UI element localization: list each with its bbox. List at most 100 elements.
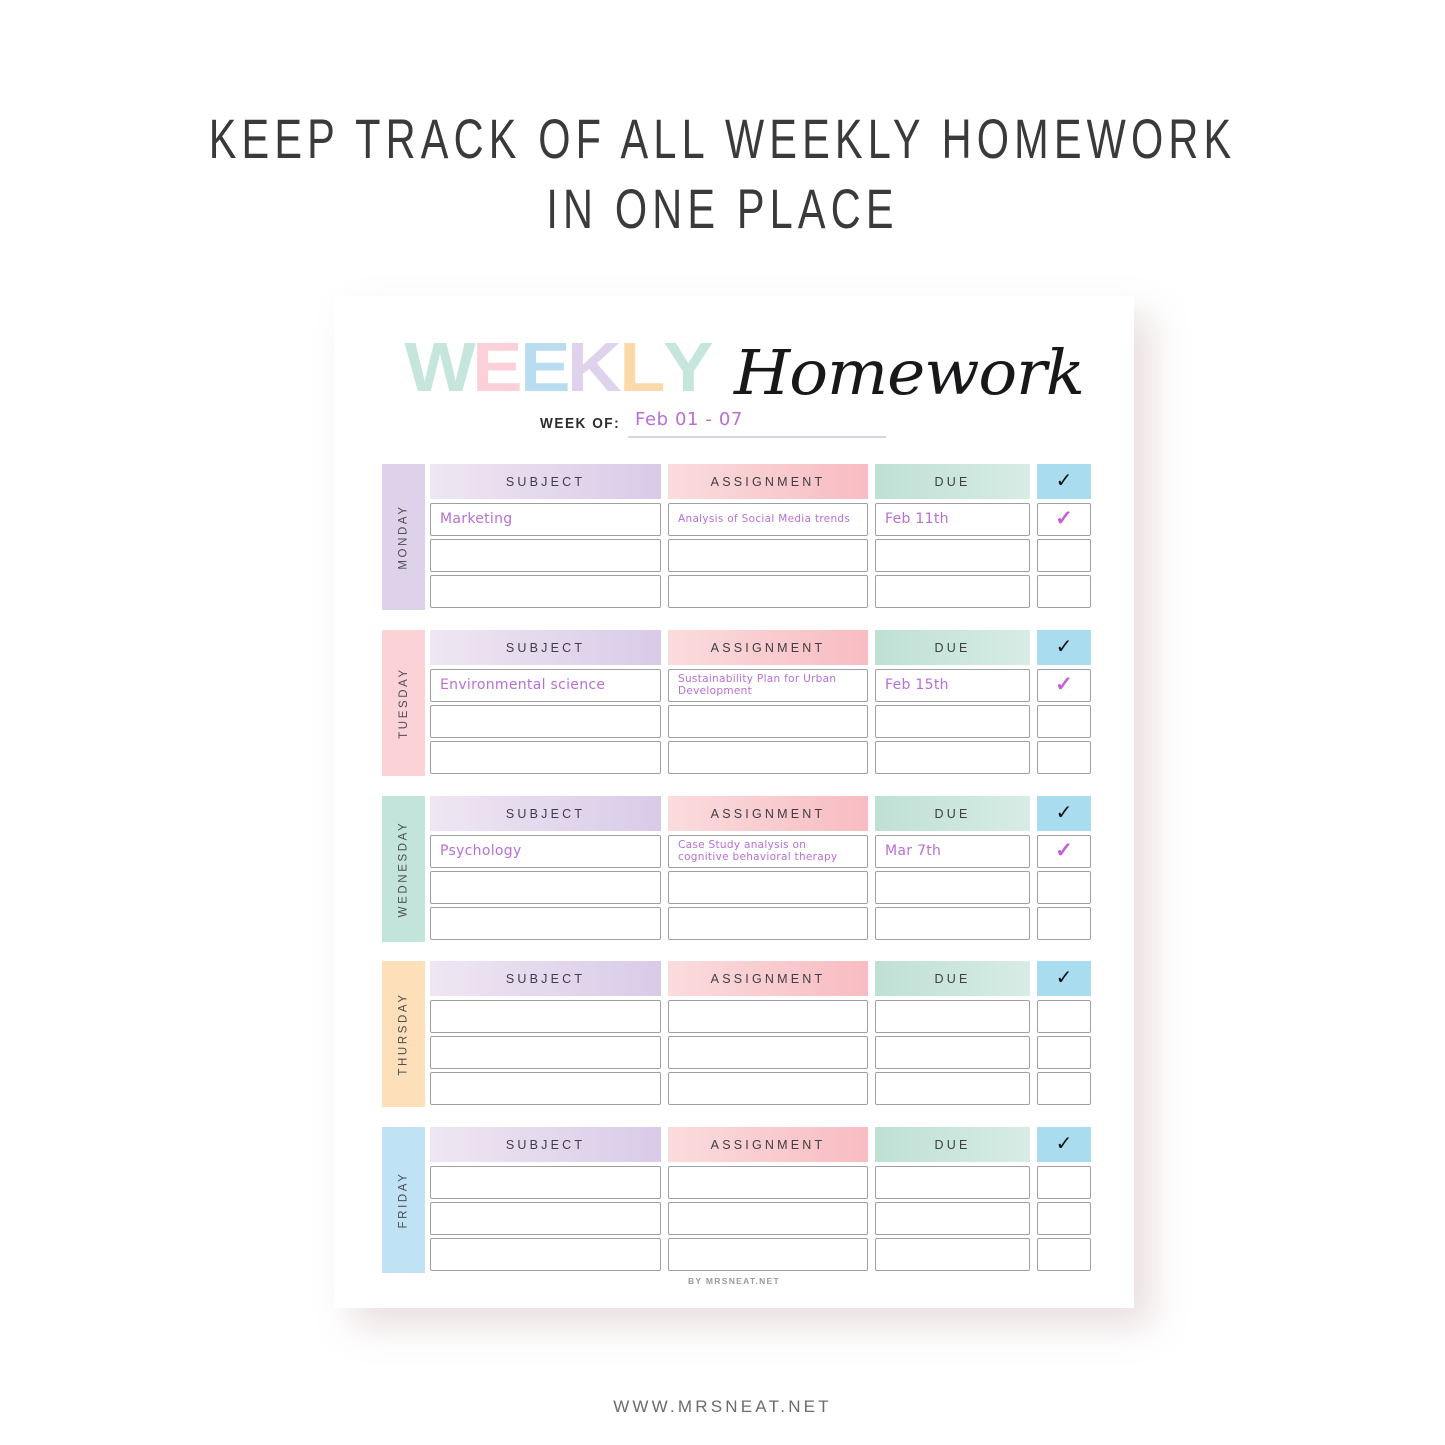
- subject-input[interactable]: [430, 1166, 661, 1199]
- due-input[interactable]: [875, 1202, 1030, 1235]
- table-row: [430, 907, 1092, 940]
- subject-input[interactable]: [430, 705, 661, 738]
- due-input[interactable]: [875, 705, 1030, 738]
- page-canvas: KEEP TRACK OF ALL WEEKLY HOMEWORK IN ONE…: [0, 0, 1445, 1445]
- subject-input[interactable]: [430, 1036, 661, 1069]
- assignment-input[interactable]: [668, 539, 868, 572]
- column-header-due: DUE: [875, 796, 1030, 831]
- column-header-subject: SUBJECT: [430, 1127, 661, 1162]
- subject-input[interactable]: [430, 1072, 661, 1105]
- subject-input[interactable]: [430, 1202, 661, 1235]
- due-input[interactable]: [875, 539, 1030, 572]
- done-checkbox[interactable]: ✓: [1037, 669, 1091, 702]
- due-input-value: Feb 15th: [885, 676, 949, 693]
- done-checkbox[interactable]: [1037, 539, 1091, 572]
- due-input[interactable]: [875, 741, 1030, 774]
- done-checkbox[interactable]: [1037, 705, 1091, 738]
- planner-credit: BY MRSNEAT.NET: [687, 1276, 781, 1286]
- assignment-input[interactable]: [668, 741, 868, 774]
- assignment-input[interactable]: [668, 1202, 868, 1235]
- column-header-assignment: ASSIGNMENT: [668, 796, 868, 831]
- day-grid: SUBJECT ASSIGNMENT DUE ✓ Environmental scien…: [430, 630, 1092, 776]
- table-row: [430, 1238, 1092, 1271]
- subject-input[interactable]: [430, 539, 661, 572]
- assignment-input[interactable]: [668, 1036, 868, 1069]
- assignment-input[interactable]: Case Study analysis on cognitive behavio…: [668, 835, 868, 868]
- day-grid: SUBJECT ASSIGNMENT DUE ✓: [430, 961, 1092, 1107]
- subject-input[interactable]: Marketing: [430, 503, 661, 536]
- column-header-subject: SUBJECT: [430, 464, 661, 499]
- assignment-input[interactable]: [668, 575, 868, 608]
- due-input[interactable]: [875, 871, 1030, 904]
- due-input[interactable]: [875, 907, 1030, 940]
- column-header-due: DUE: [875, 961, 1030, 996]
- done-checkbox[interactable]: [1037, 871, 1091, 904]
- column-header-assignment: ASSIGNMENT: [668, 961, 868, 996]
- due-input[interactable]: Mar 7th: [875, 835, 1030, 868]
- title-letter-0: W: [403, 328, 477, 406]
- subject-input[interactable]: [430, 1000, 661, 1033]
- column-header-row: SUBJECT ASSIGNMENT DUE ✓: [430, 961, 1092, 996]
- assignment-input[interactable]: Sustainability Plan for Urban Developmen…: [668, 669, 868, 702]
- done-checkbox[interactable]: [1037, 1166, 1091, 1199]
- done-checkbox[interactable]: [1037, 741, 1091, 774]
- done-checkbox[interactable]: [1037, 907, 1091, 940]
- subject-input[interactable]: [430, 907, 661, 940]
- table-row: [430, 539, 1092, 572]
- due-input[interactable]: [875, 1238, 1030, 1271]
- assignment-input[interactable]: [668, 1238, 868, 1271]
- subject-input[interactable]: [430, 575, 661, 608]
- table-row: Environmental science Sustainability Plan…: [430, 669, 1092, 702]
- page-footer-url: WWW.MRSNEAT.NET: [613, 1397, 832, 1416]
- column-header-check: ✓: [1037, 796, 1091, 831]
- assignment-input[interactable]: [668, 1166, 868, 1199]
- due-input[interactable]: [875, 575, 1030, 608]
- assignment-input[interactable]: [668, 907, 868, 940]
- column-header-assignment: ASSIGNMENT: [668, 630, 868, 665]
- assignment-input[interactable]: [668, 871, 868, 904]
- done-checkbox[interactable]: [1037, 1072, 1091, 1105]
- day-block-friday: FRIDAY SUBJECT ASSIGNMENT DUE ✓: [382, 1127, 1092, 1273]
- due-input[interactable]: Feb 15th: [875, 669, 1030, 702]
- planner-title-weekly: WEEKLY: [403, 328, 715, 406]
- table-row: [430, 1036, 1092, 1069]
- column-header-row: SUBJECT ASSIGNMENT DUE ✓: [430, 630, 1092, 665]
- done-checkbox[interactable]: [1037, 575, 1091, 608]
- subject-input[interactable]: [430, 1238, 661, 1271]
- week-of-underline: [628, 436, 886, 438]
- due-input[interactable]: Feb 11th: [875, 503, 1030, 536]
- planner-sheet: WEEKLY Homework WEEK OF: Feb 01 - 07 MON…: [334, 296, 1134, 1308]
- due-input[interactable]: [875, 1000, 1030, 1033]
- week-of-field[interactable]: WEEK OF: Feb 01 - 07: [540, 409, 1100, 440]
- done-checkbox[interactable]: ✓: [1037, 503, 1091, 536]
- done-checkbox[interactable]: [1037, 1238, 1091, 1271]
- assignment-input[interactable]: [668, 1000, 868, 1033]
- assignment-input[interactable]: [668, 1072, 868, 1105]
- assignment-input[interactable]: Analysis of Social Media trends: [668, 503, 868, 536]
- title-letter-2: E: [519, 328, 572, 406]
- subject-input[interactable]: [430, 741, 661, 774]
- title-letter-3: K: [566, 328, 624, 406]
- assignment-input[interactable]: [668, 705, 868, 738]
- day-tab-label: WEDNESDAY: [397, 820, 410, 918]
- column-header-assignment: ASSIGNMENT: [668, 464, 868, 499]
- column-header-row: SUBJECT ASSIGNMENT DUE ✓: [430, 796, 1092, 831]
- subject-input[interactable]: [430, 871, 661, 904]
- due-input[interactable]: [875, 1166, 1030, 1199]
- table-row: [430, 1166, 1092, 1199]
- assignment-input-value: Sustainability Plan for Urban Developmen…: [678, 672, 837, 697]
- subject-input-value: Environmental science: [440, 676, 606, 693]
- day-block-thursday: THURSDAY SUBJECT ASSIGNMENT DUE ✓: [382, 961, 1092, 1107]
- title-letter-1: E: [471, 328, 524, 406]
- done-checkbox[interactable]: ✓: [1037, 835, 1091, 868]
- column-header-due: DUE: [875, 630, 1030, 665]
- subject-input[interactable]: Environmental science: [430, 669, 661, 702]
- due-input[interactable]: [875, 1072, 1030, 1105]
- due-input[interactable]: [875, 1036, 1030, 1069]
- done-checkbox[interactable]: [1037, 1036, 1091, 1069]
- day-tab-label: TUESDAY: [397, 667, 410, 739]
- week-of-value[interactable]: Feb 01 - 07: [635, 409, 743, 430]
- done-checkbox[interactable]: [1037, 1202, 1091, 1235]
- done-checkbox[interactable]: [1037, 1000, 1091, 1033]
- subject-input[interactable]: Psychology: [430, 835, 661, 868]
